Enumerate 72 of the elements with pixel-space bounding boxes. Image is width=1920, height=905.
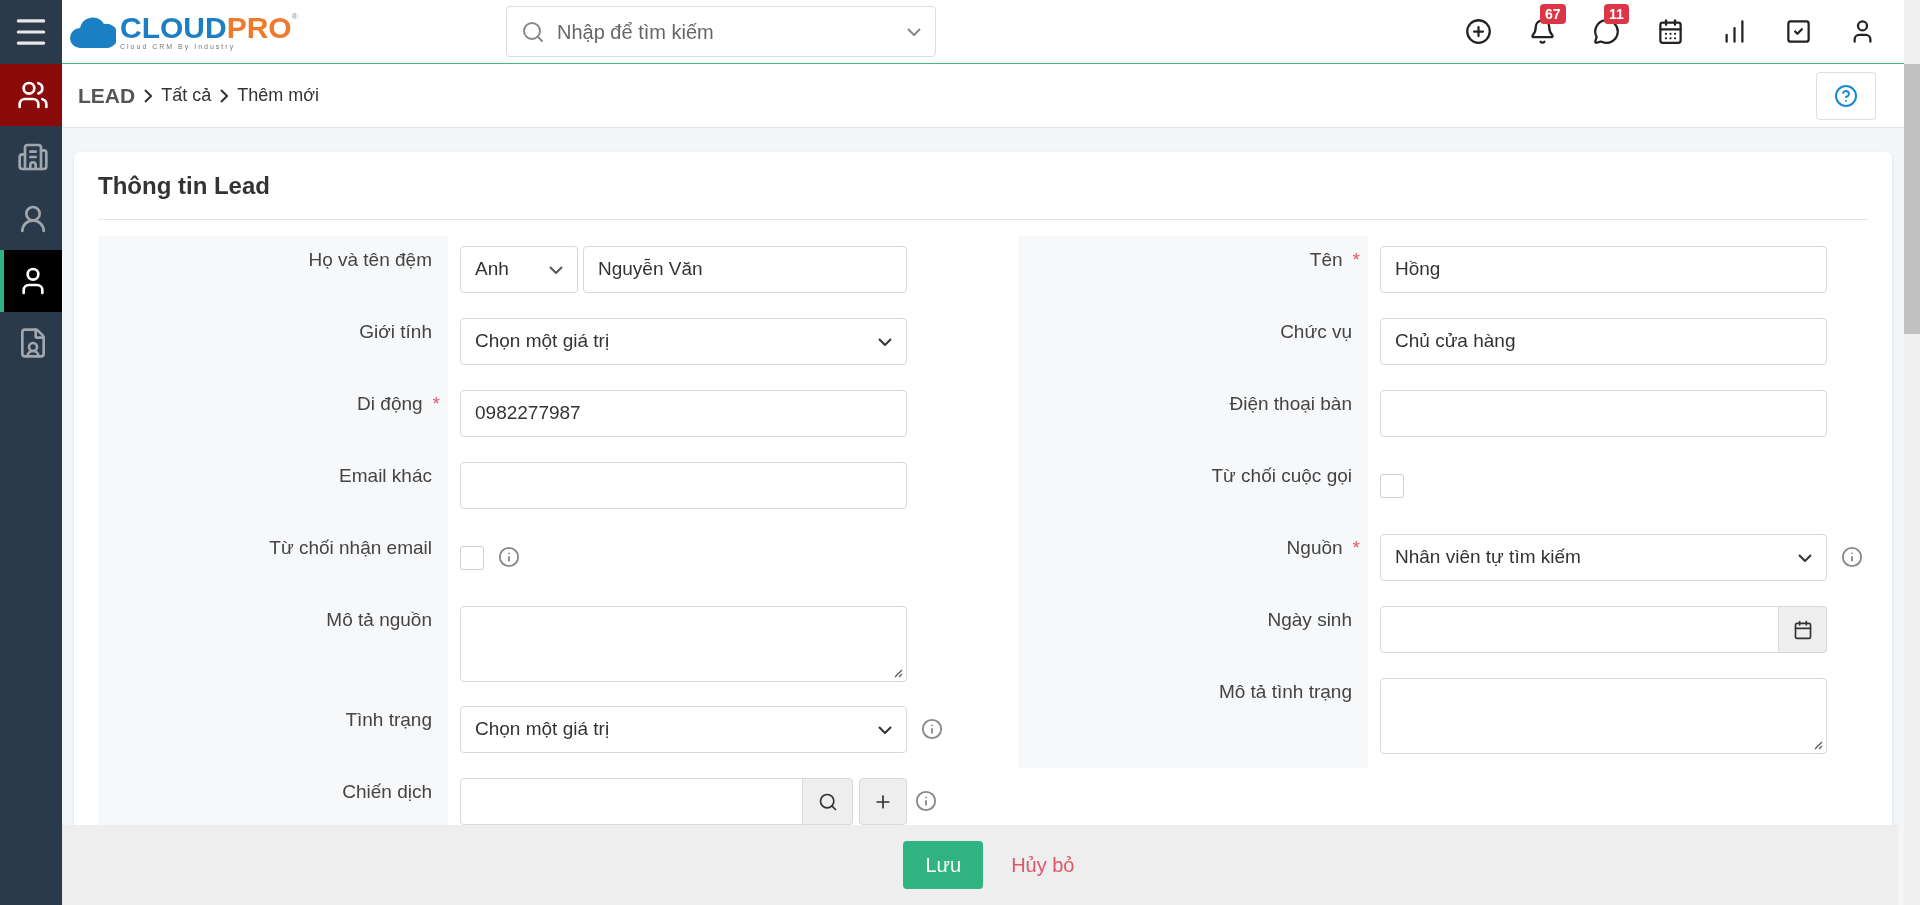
registered-mark: ®	[291, 13, 298, 21]
input-field[interactable]	[460, 462, 907, 509]
input-field[interactable]: Nguyễn Văn	[583, 246, 907, 293]
chevron-down-icon	[549, 265, 563, 274]
field-label: Từ chối cuộc gọi	[1211, 464, 1352, 488]
task-button[interactable]	[1784, 17, 1812, 46]
field-label: Nguồn	[1286, 536, 1343, 560]
help-icon	[1834, 83, 1858, 108]
info-icon[interactable]	[921, 718, 943, 740]
chevron-down-icon	[878, 337, 892, 346]
field-label: Từ chối nhận email	[269, 536, 432, 560]
breadcrumb-item[interactable]: Thêm mới	[237, 82, 319, 109]
field-label: Mô tả nguồn	[326, 608, 432, 632]
calendar-icon	[1792, 619, 1813, 640]
search-field[interactable]: Nhập để tìm kiếm	[506, 6, 936, 57]
field-label: Tình trạng	[345, 708, 432, 732]
field-label: Email khác	[339, 464, 432, 488]
resize-handle-icon	[1813, 740, 1823, 750]
add-button[interactable]	[1464, 17, 1492, 46]
chevron-down-icon	[1798, 553, 1812, 562]
checkbox[interactable]	[460, 546, 484, 570]
info-icon[interactable]	[1841, 546, 1863, 568]
chevron-right-icon	[144, 88, 153, 103]
search-icon	[521, 19, 545, 44]
people-icon	[17, 79, 49, 111]
info-icon[interactable]	[915, 790, 937, 812]
chevron-down-icon	[878, 725, 892, 734]
field-label: Di động	[357, 392, 423, 416]
field-label: Ngày sinh	[1267, 608, 1352, 632]
checkbox[interactable]	[1380, 474, 1404, 498]
section-title: Thông tin Lead	[98, 170, 270, 201]
select-field[interactable]: Chọn một giá trị	[460, 318, 907, 365]
notification-badge: 11	[1604, 3, 1629, 24]
breadcrumb-item[interactable]: LEAD	[78, 79, 136, 112]
sidebar-item[interactable]	[0, 64, 62, 126]
input-field[interactable]: Chủ cửa hàng	[1380, 318, 1827, 365]
required-mark: *	[1352, 248, 1360, 272]
lookup-field[interactable]	[460, 778, 803, 825]
input-field[interactable]	[1380, 390, 1827, 437]
field-label: Họ và tên đệm	[308, 248, 432, 272]
required-mark: *	[1352, 536, 1360, 560]
field-label: Chức vụ	[1280, 320, 1352, 344]
logo-text: PRO	[226, 13, 292, 43]
search-button[interactable]	[803, 778, 853, 825]
bell-button[interactable]	[1528, 17, 1556, 46]
select-field[interactable]: Chọn một giá trị	[460, 706, 907, 753]
sidebar-item[interactable]	[0, 250, 62, 312]
info-icon[interactable]	[498, 546, 520, 568]
logo-text: CLOUD	[120, 13, 227, 43]
input-field[interactable]: 0982277987	[460, 390, 907, 437]
calendar-button[interactable]	[1656, 17, 1684, 46]
help-button[interactable]	[1816, 71, 1876, 120]
required-mark: *	[432, 392, 440, 416]
chevron-down-icon	[907, 27, 921, 36]
salutation-select[interactable]: Anh	[460, 246, 578, 293]
scrollbar[interactable]	[1904, 0, 1920, 905]
field-label: Mô tả tình trạng	[1218, 680, 1352, 704]
field-label: Tên	[1309, 248, 1343, 272]
select-field[interactable]: Nhân viên tự tìm kiếm	[1380, 534, 1827, 581]
field-label: Chiến dịch	[342, 780, 432, 804]
date-field[interactable]	[1380, 606, 1779, 653]
resize-handle-icon	[893, 668, 903, 678]
calendar-button[interactable]	[1779, 606, 1827, 653]
chevron-right-icon	[220, 88, 229, 103]
notification-badge: 67	[1540, 3, 1566, 24]
field-label: Điện thoại bàn	[1229, 392, 1352, 416]
search-icon	[817, 791, 838, 812]
field-label: Giới tính	[359, 320, 432, 344]
input-field[interactable]: Hồng	[1380, 246, 1827, 293]
breadcrumb-item[interactable]: Tất cả	[161, 82, 212, 109]
building-icon	[17, 141, 49, 173]
chat-button[interactable]	[1592, 17, 1620, 46]
